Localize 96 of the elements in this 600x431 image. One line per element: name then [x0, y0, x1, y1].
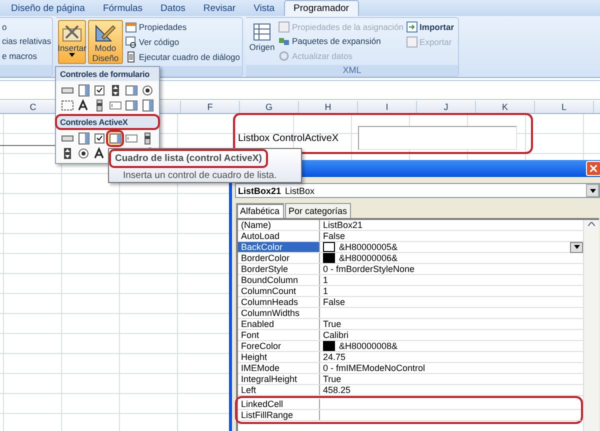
property-name[interactable]: LinkedCell	[238, 399, 320, 409]
column-header[interactable]: L	[535, 101, 594, 113]
control-tool[interactable]	[92, 132, 106, 145]
group-label: XML	[246, 65, 458, 76]
control-tool[interactable]	[76, 99, 90, 112]
option-button-icon	[140, 84, 154, 97]
column-header[interactable]: I	[358, 101, 417, 113]
toolbox-icon	[61, 23, 83, 43]
property-value[interactable]: &H80000008&	[339, 341, 398, 351]
ribbon-command[interactable]: Paquetes de expansión	[278, 35, 404, 48]
property-value[interactable]: 1	[323, 275, 328, 285]
property-value[interactable]: True	[323, 374, 342, 384]
checkbox-icon	[92, 132, 106, 145]
option-button-icon	[76, 147, 90, 160]
menu-section-title: Controles de formulario	[56, 67, 159, 81]
caret-icon	[574, 245, 580, 249]
label-icon	[92, 147, 106, 160]
ribbon-command[interactable]: e macros	[2, 50, 52, 61]
column-header[interactable]: F	[181, 101, 240, 113]
property-value[interactable]: 0 - fmBorderStyleNone	[323, 264, 415, 274]
design-mode-button[interactable]: Modo Diseño	[88, 20, 123, 64]
ribbon-tab[interactable]: Vista	[244, 1, 284, 16]
ribbon-tab[interactable]: Datos	[152, 1, 194, 16]
value-dropdown-button[interactable]	[570, 242, 583, 252]
property-name[interactable]: ColumnCount	[238, 286, 320, 296]
properties-tab[interactable]: Por categorías	[284, 203, 352, 218]
control-tool[interactable]	[92, 84, 106, 97]
tooltip-text: Inserta un control de cuadro de lista.	[122, 170, 278, 181]
property-value[interactable]: 1	[323, 286, 328, 296]
control-tool[interactable]	[140, 84, 154, 97]
text-box-icon	[124, 132, 138, 145]
ribbon-tab[interactable]: Diseño de página	[2, 1, 94, 16]
property-value[interactable]: 24.75	[323, 352, 346, 362]
combo-box-icon	[140, 99, 154, 112]
property-name[interactable]: BackColor	[238, 242, 320, 252]
ribbon-tab[interactable]: Programador	[284, 0, 359, 16]
list-box-icon	[124, 84, 138, 97]
list-box-icon	[124, 99, 138, 112]
tooltip-title: Cuadro de lista (control ActiveX)	[109, 149, 268, 168]
property-name[interactable]: ColumnWidths	[238, 308, 320, 318]
column-header[interactable]: G	[240, 101, 299, 113]
code-window-icon	[124, 36, 137, 48]
ribbon-tab[interactable]: Revisar	[194, 1, 245, 16]
caret-icon	[69, 53, 75, 57]
group-caption-bar	[0, 65, 52, 76]
map-properties-icon	[278, 21, 290, 34]
combo-box-icon	[76, 84, 90, 97]
property-value[interactable]: 0 - fmIMEModeNoControl	[323, 363, 426, 373]
close-button[interactable]	[586, 161, 600, 176]
column-header[interactable]: K	[476, 101, 535, 113]
list-box-control[interactable]	[358, 126, 517, 150]
dialog-icon	[124, 50, 137, 63]
scroll-up-icon	[588, 222, 595, 226]
property-value[interactable]: &H80000005&	[339, 242, 398, 252]
property-value[interactable]: Calibri	[323, 330, 349, 340]
ribbon-command[interactable]: Importar	[406, 21, 454, 34]
checkbox-icon	[92, 84, 106, 97]
ribbon-command[interactable]: Ejecutar cuadro de diálogo	[124, 50, 240, 63]
control-tool[interactable]	[92, 147, 106, 160]
label-icon	[76, 99, 90, 112]
group-box-icon	[60, 99, 74, 112]
object-dropdown[interactable]: ListBox21 ListBox	[235, 183, 600, 198]
column-header[interactable]: H	[299, 101, 358, 113]
ribbon-tab[interactable]: Fórmulas	[94, 1, 152, 16]
property-value[interactable]: 458.25	[323, 385, 351, 395]
property-value[interactable]: &H80000006&	[339, 253, 398, 263]
properties-tab[interactable]: Alfabética	[236, 203, 284, 218]
refresh-icon	[278, 50, 290, 62]
properties-icon	[124, 21, 137, 34]
ruler-pencil-icon	[94, 23, 116, 43]
source-button[interactable]: Origen	[248, 20, 276, 63]
scrollbar[interactable]	[583, 220, 599, 431]
control-tool[interactable]	[76, 147, 90, 160]
ribbon-command[interactable]: cias relativas	[2, 36, 52, 46]
table-icon	[252, 22, 272, 42]
dropdown-arrow-icon	[590, 188, 596, 192]
packs-icon	[278, 35, 290, 48]
cell-text: Listbox ControlActiveX	[238, 133, 339, 144]
ribbon-command[interactable]: o	[2, 22, 52, 32]
property-value[interactable]: False	[323, 231, 346, 241]
close-icon	[590, 165, 597, 172]
import-icon	[406, 21, 418, 34]
property-value[interactable]: ListBox21	[323, 220, 363, 230]
export-icon	[406, 36, 418, 48]
property-value[interactable]: False	[323, 297, 346, 307]
ribbon-command[interactable]: Propiedades	[124, 21, 240, 34]
text-box-icon	[108, 99, 122, 112]
list-box-icon	[108, 132, 122, 145]
combo-box-icon	[76, 132, 90, 145]
property-name[interactable]: ColumnHeads	[238, 297, 320, 307]
property-name[interactable]: AutoLoad	[238, 231, 320, 241]
property-name[interactable]: ListFillRange	[238, 410, 320, 420]
column-header[interactable]: J	[417, 101, 476, 113]
ribbon-command[interactable]: Ver código	[124, 36, 240, 48]
menu-section-title: Controles ActiveX	[56, 115, 159, 129]
property-value[interactable]: True	[323, 319, 342, 329]
